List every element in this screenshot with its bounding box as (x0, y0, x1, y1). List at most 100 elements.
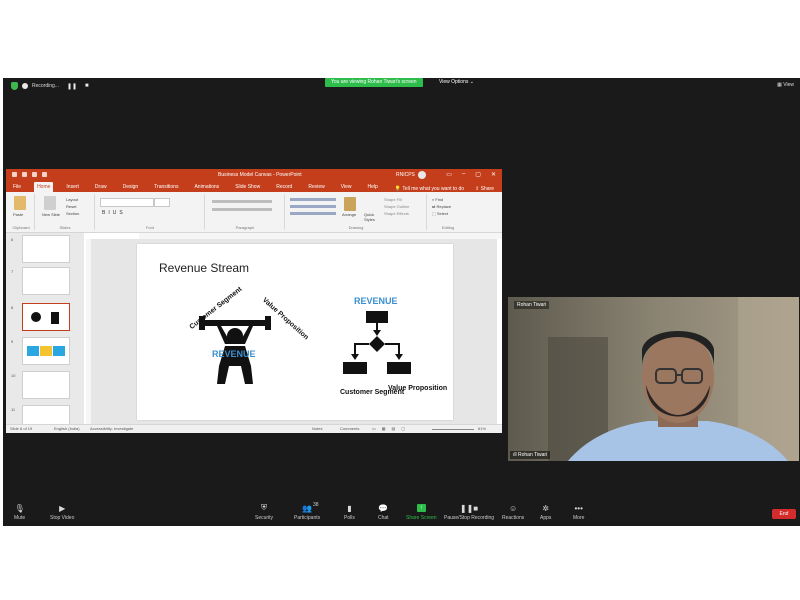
slide-thumbnail-selected[interactable] (22, 303, 70, 331)
reactions-button[interactable]: ☺ Reactions (502, 503, 525, 522)
current-slide[interactable]: Revenue Stream Customer Segment Value Pr… (137, 244, 453, 420)
participant-video[interactable]: Rohan Tiwari ıll Rohan Tiwari (508, 297, 799, 461)
share-screen-button[interactable]: ↑ Share Screen (406, 504, 437, 521)
pause-icon[interactable]: ❚❚ (67, 83, 77, 90)
minimize-icon[interactable]: – (462, 171, 465, 178)
arrange-icon[interactable] (344, 197, 356, 211)
recording-indicator[interactable]: Recording... ❚❚ ■ (11, 82, 89, 90)
shapes-gallery[interactable] (290, 198, 336, 201)
slide-thumbnail[interactable] (22, 405, 70, 425)
shapes-gallery-row-2[interactable] (290, 205, 336, 208)
paragraph-row-1[interactable] (212, 200, 272, 203)
tab-review[interactable]: Review (305, 182, 327, 192)
new-slide-label[interactable]: New Slide (42, 212, 60, 217)
select-button[interactable]: ⬚ Select (432, 211, 448, 216)
redo-icon[interactable] (32, 172, 37, 177)
end-button[interactable]: End (772, 509, 796, 519)
avatar[interactable] (418, 171, 426, 179)
view-buttons[interactable]: ▭▦▤▢ (372, 426, 411, 431)
save-icon[interactable] (12, 172, 17, 177)
slide-thumbnail[interactable] (22, 371, 70, 399)
view-button[interactable]: ▦ View (777, 82, 794, 88)
bar-chart-icon: ▮ (347, 503, 352, 513)
paste-icon[interactable] (14, 196, 26, 210)
zoom-level[interactable]: 61% (478, 426, 486, 431)
ribbon-display-icon[interactable]: ▭ (446, 171, 452, 178)
chat-icon: 💬 (378, 503, 389, 513)
maximize-icon[interactable]: ▢ (475, 171, 481, 178)
thumbnail-preview (27, 346, 65, 356)
editing-group: ⌕ Find ⇄ Replace ⬚ Select Editing (428, 194, 468, 230)
shape-outline-button[interactable]: Shape Outline (384, 204, 409, 209)
comments-button[interactable]: Comments (340, 426, 359, 431)
undo-icon[interactable] (22, 172, 27, 177)
pause-recording-button[interactable]: ❚❚■ Pause/Stop Recording (444, 503, 494, 522)
accessibility-status[interactable]: Accessibility: Investigate (90, 426, 133, 431)
stop-icon[interactable]: ■ (85, 83, 89, 89)
apps-label: Apps (540, 515, 552, 521)
slide-thumbnail[interactable] (22, 337, 70, 365)
thumb-number: 6 (11, 237, 14, 242)
security-button[interactable]: ⛨ Security (255, 503, 273, 521)
window-controls: ▭ – ▢ ✕ (446, 171, 496, 178)
new-slide-icon[interactable] (44, 196, 56, 210)
tab-view[interactable]: View (338, 182, 355, 192)
font-family-select[interactable] (100, 198, 154, 207)
reset-button[interactable]: Reset (66, 204, 76, 209)
left-revenue-label: REVENUE (212, 349, 256, 359)
apps-button[interactable]: ✲ Apps (540, 504, 552, 522)
font-label: Font (145, 225, 154, 230)
tab-slide-show[interactable]: Slide Show (232, 182, 263, 192)
present-icon[interactable] (42, 172, 47, 177)
participant-name-bottom: ıll Rohan Tiwari (510, 451, 551, 459)
smiley-icon: ☺ (509, 503, 518, 513)
tab-draw[interactable]: Draw (92, 182, 110, 192)
replace-button[interactable]: ⇄ Replace (432, 204, 451, 209)
thumb-number: 9 (11, 339, 14, 344)
mute-button[interactable]: 🎙 Mute (14, 504, 26, 522)
tab-file[interactable]: File (10, 182, 24, 192)
polls-button[interactable]: ▮ Polls (344, 503, 355, 522)
ribbon-tabs: File Home Insert Draw Design Transitions… (6, 181, 502, 192)
mute-label: Mute (14, 515, 26, 521)
tab-insert[interactable]: Insert (63, 182, 82, 192)
zoom-window: Recording... ❚❚ ■ You are viewing Rohan … (3, 78, 800, 526)
paragraph-row-2[interactable] (212, 208, 272, 211)
shield-icon: ⛨ (261, 503, 268, 512)
shape-fill-button[interactable]: Shape Fill (384, 197, 402, 202)
notes-button[interactable]: Notes (312, 426, 322, 431)
shape-effects-button[interactable]: Shape Effects (384, 211, 409, 216)
tab-home[interactable]: Home (34, 182, 54, 192)
tab-design[interactable]: Design (120, 182, 142, 192)
reactions-label: Reactions (502, 515, 525, 521)
font-format-buttons[interactable]: BIUS (102, 210, 126, 216)
arrange-label[interactable]: Arrange (342, 212, 356, 217)
more-label: More (573, 515, 585, 521)
view-options-button[interactable]: View Options ⌄ (435, 78, 478, 87)
stop-video-button[interactable]: ▶ Stop Video (50, 504, 74, 522)
chat-button[interactable]: 💬 Chat (378, 503, 389, 522)
slide-thumbnail[interactable] (22, 267, 70, 295)
font-size-select[interactable] (154, 198, 170, 207)
zoom-slider[interactable] (432, 429, 474, 430)
tab-help[interactable]: Help (364, 182, 380, 192)
pause-stop-icon: ❚❚■ (459, 503, 479, 513)
quick-styles-label[interactable]: Quick Styles (364, 212, 378, 222)
powerpoint-window: Business Model Canvas - PowerPoint RNICP… (6, 169, 502, 433)
layout-button[interactable]: Layout (66, 197, 78, 202)
shapes-gallery-row-3[interactable] (290, 212, 336, 215)
more-button[interactable]: ••• More (573, 504, 585, 522)
language-status[interactable]: English (India) (54, 426, 80, 431)
tab-animations[interactable]: Animations (191, 182, 222, 192)
user-name[interactable]: RNICPS (396, 172, 415, 178)
tab-record[interactable]: Record (273, 182, 295, 192)
shield-icon[interactable] (11, 82, 18, 90)
tab-transitions[interactable]: Transitions (151, 182, 181, 192)
slide-count: Slide 8 of 19 (10, 426, 33, 431)
ribbon: Paste Clipboard New Slide Layout Reset S… (6, 192, 502, 233)
recording-label: Recording... (32, 83, 59, 89)
close-icon[interactable]: ✕ (491, 171, 496, 178)
find-button[interactable]: ⌕ Find (432, 197, 443, 202)
slide-thumbnail[interactable] (22, 235, 70, 263)
section-button[interactable]: Section (66, 211, 79, 216)
